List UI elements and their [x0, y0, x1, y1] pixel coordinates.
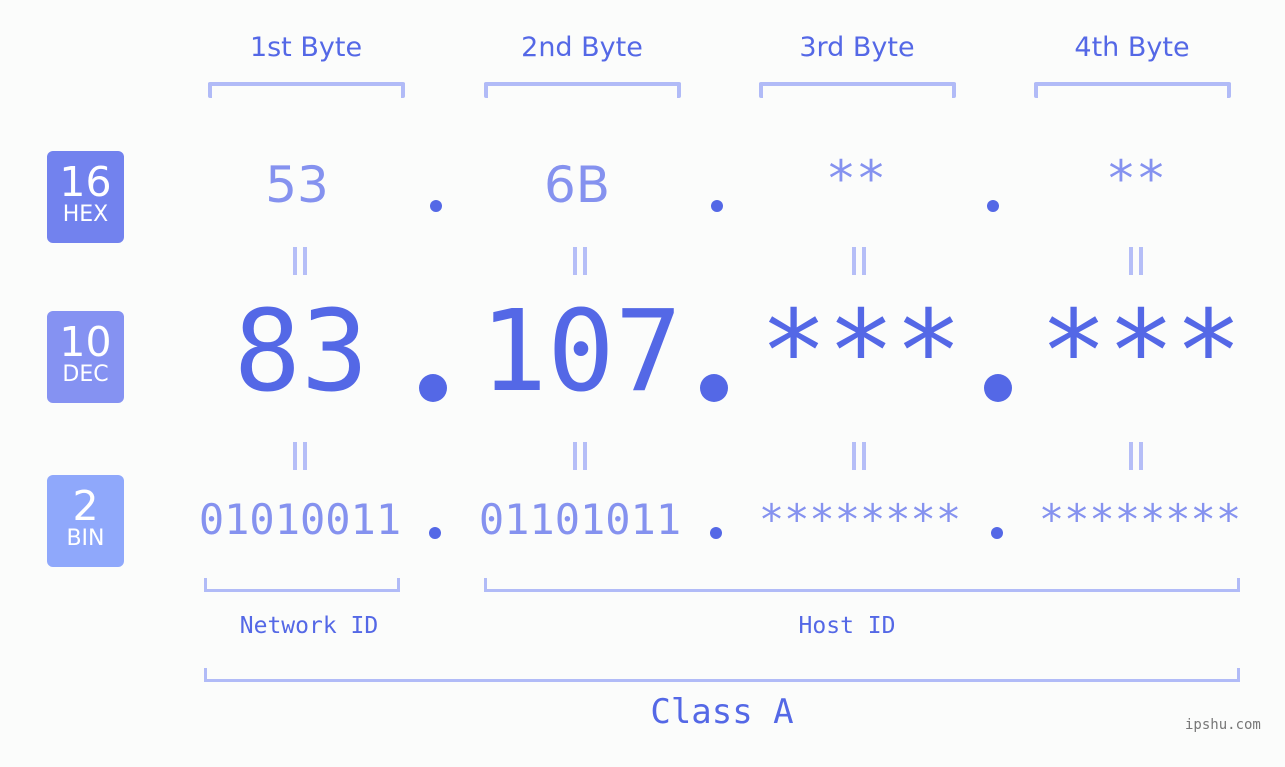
hex-separator-dot: [430, 200, 442, 212]
hex-badge: 16 HEX: [47, 151, 124, 243]
host-id-bracket: [484, 578, 1240, 592]
hex-base-label: HEX: [62, 202, 109, 227]
bin-base-label: BIN: [66, 526, 105, 551]
bin-base-number: 2: [72, 482, 99, 530]
dec-base-label: DEC: [62, 362, 109, 387]
host-id-label: Host ID: [798, 613, 896, 639]
dec-value-4: ***: [1039, 287, 1243, 417]
hex-value-2: 6B: [543, 156, 611, 214]
equals-icon: [1128, 247, 1144, 275]
byte-label-4: 4th Byte: [1074, 32, 1190, 63]
bin-separator-dot: [710, 527, 722, 539]
hex-value-4: **: [1105, 150, 1167, 208]
equals-icon: [292, 247, 308, 275]
equals-icon: [572, 442, 588, 470]
dec-separator-dot: [700, 374, 728, 402]
byte-bracket-2: [484, 82, 681, 98]
byte-label-3: 3rd Byte: [799, 32, 915, 63]
equals-icon: [292, 442, 308, 470]
network-id-bracket: [204, 578, 400, 592]
dec-base-number: 10: [59, 318, 112, 366]
equals-icon: [851, 247, 867, 275]
hex-separator-dot: [711, 200, 723, 212]
byte-bracket-1: [208, 82, 405, 98]
hex-base-number: 16: [59, 158, 112, 206]
bin-separator-dot: [429, 527, 441, 539]
bin-value-4: ********: [1038, 495, 1242, 544]
bin-value-1: 01010011: [198, 495, 402, 544]
network-id-label: Network ID: [239, 613, 379, 639]
dec-separator-dot: [984, 374, 1012, 402]
hex-value-1: 53: [265, 156, 329, 214]
watermark: ipshu.com: [1185, 717, 1261, 733]
hex-value-3: **: [825, 150, 887, 208]
bin-badge: 2 BIN: [47, 475, 124, 567]
bin-value-3: ********: [758, 495, 962, 544]
equals-icon: [1128, 442, 1144, 470]
dec-value-2: 107: [479, 287, 683, 417]
bin-separator-dot: [991, 527, 1003, 539]
dec-value-3: ***: [759, 287, 963, 417]
dec-value-1: 83: [233, 287, 369, 417]
hex-separator-dot: [987, 200, 999, 212]
class-bracket: [204, 668, 1240, 682]
byte-label-1: 1st Byte: [249, 32, 363, 63]
bin-value-2: 01101011: [478, 495, 682, 544]
byte-bracket-3: [759, 82, 956, 98]
class-label: Class A: [650, 692, 794, 732]
dec-badge: 10 DEC: [47, 311, 124, 403]
byte-bracket-4: [1034, 82, 1231, 98]
equals-icon: [572, 247, 588, 275]
byte-label-2: 2nd Byte: [521, 32, 643, 63]
equals-icon: [851, 442, 867, 470]
dec-separator-dot: [419, 374, 447, 402]
